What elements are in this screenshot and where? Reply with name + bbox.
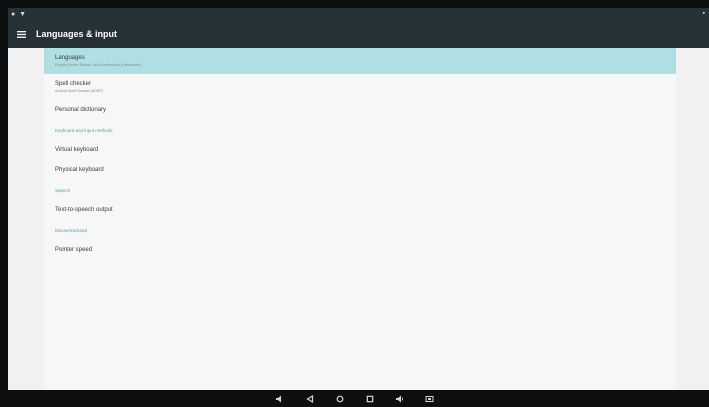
back-icon[interactable] [304,393,316,405]
list-item-tts-output[interactable]: Text-to-speech output [44,200,676,220]
item-title: Spell checker [55,81,92,87]
item-title: Physical keyboard [55,167,104,173]
item-subtitle: Android Spell Checker (AOSP) [55,89,103,93]
status-right-icon: ▪ [702,10,705,17]
section-header-speech: Speech [55,187,71,193]
screen: ● ▼ ▪ Languages & input Languages Englis… [8,8,709,390]
home-icon[interactable] [334,393,346,405]
section-header-keyboard: Keyboard and input methods [55,127,113,133]
settings-list: Languages English (United States), Lao (… [44,48,676,390]
list-item-physical-keyboard[interactable]: Physical keyboard [44,160,676,180]
item-title: Virtual keyboard [55,147,99,153]
notification-icons: ● ▼ [11,11,28,18]
list-item-pointer-speed[interactable]: Pointer speed [44,240,676,260]
list-item-personal-dictionary[interactable]: Personal dictionary [44,100,676,120]
item-title: Languages [55,55,85,61]
item-title: Pointer speed [55,247,93,253]
status-bar: ● ▼ ▪ [8,8,709,20]
hamburger-menu-icon[interactable] [8,30,34,38]
list-item-spell-checker[interactable]: Spell checker Android Spell Checker (AOS… [44,74,676,100]
volume-down-icon[interactable] [274,393,286,405]
list-item-languages[interactable]: Languages English (United States), Lao (… [44,48,676,74]
item-title: Text-to-speech output [55,207,113,213]
navigation-bar [0,390,709,407]
item-title: Personal dictionary [55,107,107,113]
screenshot-icon[interactable] [424,393,436,405]
page-title: Languages & input [36,29,117,39]
list-item-virtual-keyboard[interactable]: Virtual keyboard [44,140,676,160]
section-header-mouse: Mouse/trackpad [55,227,88,233]
volume-up-icon[interactable] [394,393,406,405]
recents-icon[interactable] [364,393,376,405]
item-subtitle: English (United States), Lao (Cambodian)… [55,63,141,67]
app-bar: Languages & input [8,20,709,48]
